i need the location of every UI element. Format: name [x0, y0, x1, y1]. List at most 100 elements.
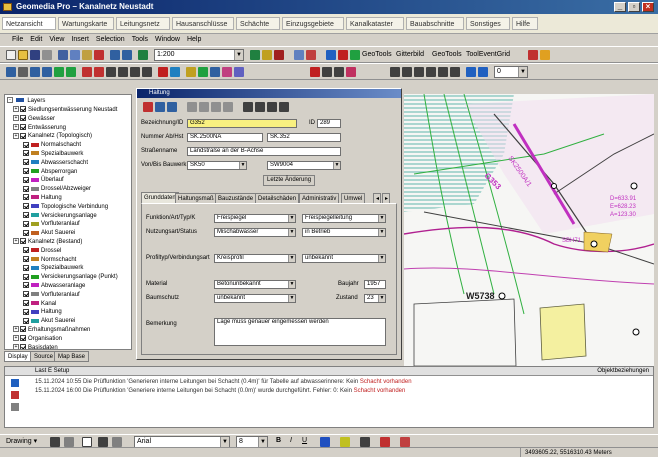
expand-icon[interactable]: +: [13, 326, 19, 333]
snap6-icon[interactable]: [450, 67, 460, 77]
hyperlink-icon[interactable]: [198, 67, 208, 77]
toc-layer-item[interactable]: Vorfluteranlauf: [23, 220, 80, 228]
forward-icon[interactable]: [94, 67, 104, 77]
snap4-icon[interactable]: [426, 67, 436, 77]
shadow-icon[interactable]: [400, 437, 410, 447]
dialog-save-icon[interactable]: [155, 102, 165, 112]
flag-icon[interactable]: [528, 50, 538, 60]
tab-bauabschnitte[interactable]: Bauabschnitte: [406, 17, 464, 30]
info-icon[interactable]: [326, 50, 336, 60]
menu-tools[interactable]: Tools: [132, 34, 148, 46]
toc-layer-item[interactable]: Haltung: [23, 194, 62, 202]
layer-visibility-checkbox[interactable]: [23, 212, 29, 219]
manhole-node[interactable]: [630, 182, 638, 190]
tab-source[interactable]: Source: [30, 351, 58, 362]
window-icon[interactable]: [279, 102, 289, 112]
geotools-icon[interactable]: [350, 50, 360, 60]
log-error-icon[interactable]: [11, 391, 19, 399]
tab-schaechte[interactable]: Schächte: [236, 17, 280, 30]
select-icon[interactable]: [6, 67, 16, 77]
menu-file[interactable]: File: [12, 34, 23, 46]
layer-combo[interactable]: 0 ▼: [494, 66, 528, 78]
arrow2-icon[interactable]: [118, 67, 128, 77]
funktion-select-2[interactable]: Freispiegelleitung ▼: [302, 214, 386, 223]
zoom-to-icon[interactable]: [255, 102, 265, 112]
nutzung-select[interactable]: Mischabwasser ▼: [214, 228, 296, 237]
bezeichnung-field[interactable]: G352: [187, 119, 297, 128]
toc-layer-item[interactable]: + Siedlungsentwässerung Neustadt: [13, 106, 117, 114]
fill-color-icon[interactable]: [340, 437, 350, 447]
toc-layer-item[interactable]: Normschacht: [23, 256, 76, 264]
layer-visibility-checkbox[interactable]: [23, 176, 29, 183]
toc-layer-item[interactable]: + Basisdaten: [13, 344, 58, 349]
manhole-node[interactable]: [590, 240, 598, 248]
expand-icon[interactable]: +: [13, 344, 19, 349]
save-icon[interactable]: [30, 50, 40, 60]
gitterbild-label[interactable]: Gitterbild: [396, 50, 424, 60]
expand-icon[interactable]: +: [13, 124, 19, 131]
cut-icon[interactable]: [58, 50, 68, 60]
manhole-node[interactable]: [632, 328, 640, 336]
layer-visibility-checkbox[interactable]: [23, 300, 29, 307]
dialog-refresh-icon[interactable]: [167, 102, 177, 112]
manhole-node[interactable]: [498, 292, 506, 300]
merge-icon[interactable]: [346, 67, 356, 77]
toc-layer-item[interactable]: Haltung: [23, 308, 62, 316]
kanalschutz-select[interactable]: unbekannt ▼: [214, 294, 296, 303]
tab-map-base[interactable]: Map Base: [54, 351, 90, 362]
tab-hilfe[interactable]: Hilfe: [512, 17, 538, 30]
von-bauwerk-select[interactable]: SK50 ▼: [187, 161, 247, 170]
tab-hausanschluesse[interactable]: Hausanschlüsse: [172, 17, 234, 30]
expand-icon[interactable]: +: [13, 335, 19, 342]
toc-layer-item[interactable]: Akut Sauerei: [23, 317, 75, 325]
tab-netzansicht[interactable]: Netzansicht: [2, 17, 56, 30]
layer-visibility-checkbox[interactable]: [23, 203, 29, 210]
python-icon[interactable]: [294, 50, 304, 60]
back-icon[interactable]: [82, 67, 92, 77]
tab-sonstiges[interactable]: Sonstiges: [466, 17, 510, 30]
first-record-icon[interactable]: [187, 102, 197, 112]
pan-icon[interactable]: [18, 67, 28, 77]
toc-layer-item[interactable]: + Organisation: [13, 335, 62, 343]
layer-visibility-checkbox[interactable]: [23, 229, 29, 236]
tab-display[interactable]: Display: [4, 351, 32, 362]
italic-button[interactable]: I: [290, 436, 292, 446]
last-record-icon[interactable]: [223, 102, 233, 112]
arrow4-icon[interactable]: [142, 67, 152, 77]
layer-visibility-checkbox[interactable]: [20, 326, 26, 333]
layer-icon[interactable]: [466, 67, 476, 77]
expand-icon[interactable]: +: [13, 238, 19, 245]
minimize-button[interactable]: _: [614, 2, 626, 12]
layer-visibility-checkbox[interactable]: [20, 132, 26, 139]
rotate-icon[interactable]: [64, 437, 74, 447]
toc-layer-item[interactable]: Vorfluteranlauf: [23, 291, 80, 299]
tab-scroll-left-icon[interactable]: ◂: [373, 193, 381, 203]
status-select[interactable]: in Betrieb ▼: [302, 228, 386, 237]
tab-einzugsgebiete[interactable]: Einzugsgebiete: [282, 17, 344, 30]
collapse-icon[interactable]: -: [7, 97, 13, 104]
layer-visibility-checkbox[interactable]: [23, 247, 29, 254]
manhole-node[interactable]: [551, 183, 557, 189]
snap-icon[interactable]: [390, 67, 400, 77]
layer-visibility-checkbox[interactable]: [23, 185, 29, 192]
print-icon[interactable]: [42, 50, 52, 60]
arrow3-icon[interactable]: [130, 67, 140, 77]
layer-visibility-checkbox[interactable]: [20, 124, 26, 131]
menu-edit[interactable]: Edit: [30, 34, 42, 46]
tab-bauzustaende[interactable]: Bauzustände: [215, 193, 257, 203]
funktion-select[interactable]: Freispiegel ▼: [214, 214, 296, 223]
toc-layer-item[interactable]: Drossel: [23, 247, 61, 255]
layer-visibility-checkbox[interactable]: [20, 115, 26, 122]
last-change-button[interactable]: Letzte Änderung: [263, 175, 316, 186]
snap5-icon[interactable]: [438, 67, 448, 77]
toc-layer-item[interactable]: Drossel/Abzweiger: [23, 185, 91, 193]
layer-visibility-checkbox[interactable]: [23, 282, 29, 289]
find-icon[interactable]: [210, 67, 220, 77]
toc-layer-item[interactable]: Versickerungsanlage: [23, 212, 97, 220]
underline-button[interactable]: U: [302, 436, 307, 446]
flash-icon[interactable]: [243, 102, 253, 112]
toc-layer-item[interactable]: + Entwässerung: [13, 124, 66, 132]
text-icon[interactable]: [98, 437, 108, 447]
next-record-icon[interactable]: [211, 102, 221, 112]
bold-button[interactable]: B: [276, 436, 281, 446]
